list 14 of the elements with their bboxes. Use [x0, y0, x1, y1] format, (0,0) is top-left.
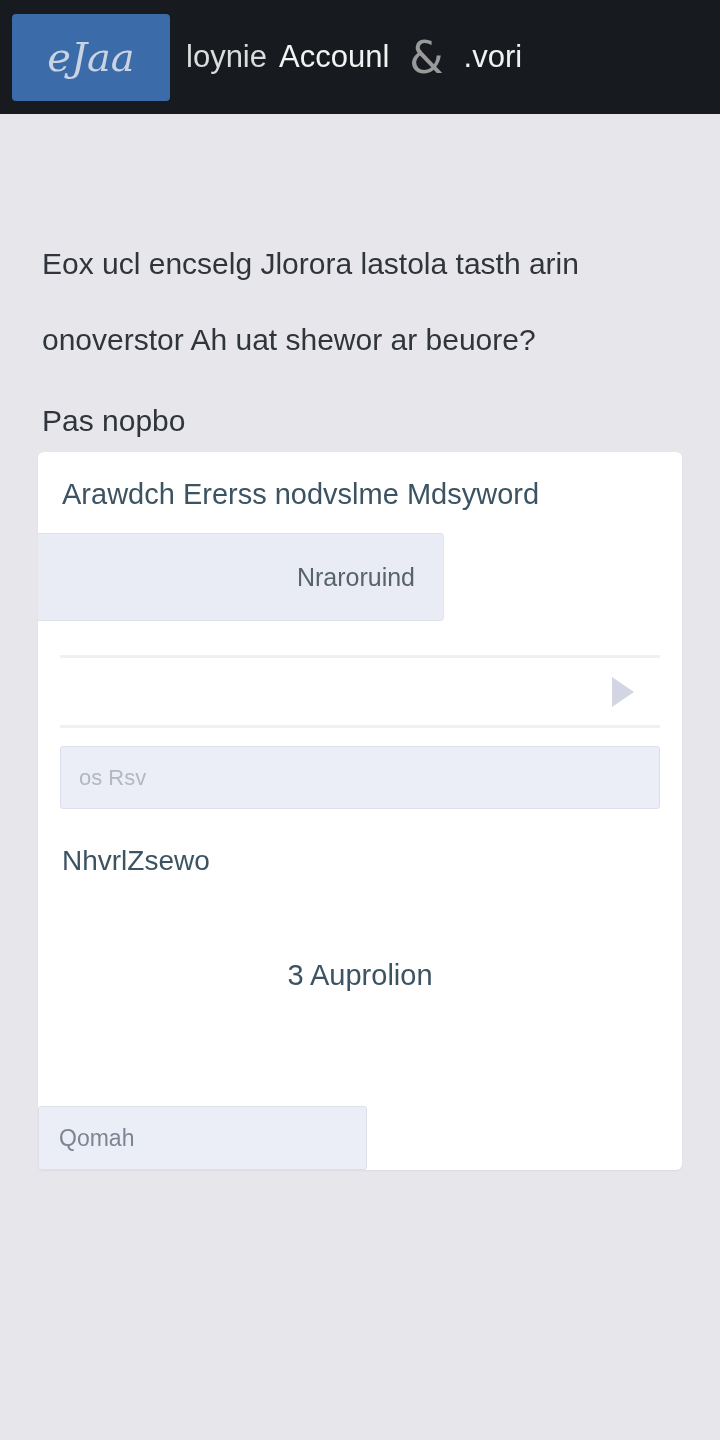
play-icon[interactable]	[612, 676, 634, 707]
option-button[interactable]: Nraroruind	[38, 533, 444, 621]
header-title-word: loynie	[186, 39, 267, 75]
ampersand-glyph: &	[409, 31, 444, 83]
section-label: Pas nopbo	[42, 404, 187, 438]
action-link[interactable]: 3 Auprolion	[279, 955, 441, 996]
question-text: Eox ucl encselg Jlorora lastola tasth arin onoverstor Ah uat shewor ar beuore?	[42, 246, 580, 358]
field-label: NhvrlZsewo	[62, 845, 211, 877]
input-field[interactable]: Qomah	[38, 1106, 367, 1170]
input-field[interactable]: os Rsv	[60, 746, 660, 809]
logo[interactable]: eJaa	[12, 13, 170, 101]
header-title-word: Accounl	[279, 39, 390, 75]
header-title-word: .vori	[463, 39, 523, 75]
card-heading: Arawdch Ererss nodvslme Mdsyword	[61, 477, 541, 511]
